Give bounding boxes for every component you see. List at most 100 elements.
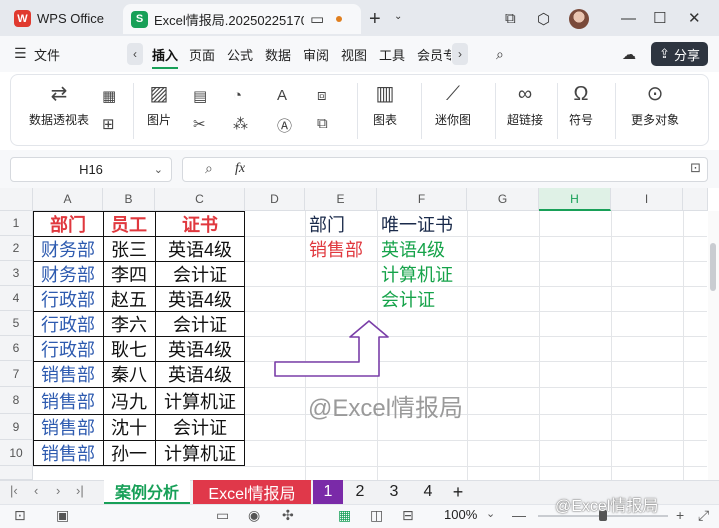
last-sheet-icon[interactable]: ›|: [76, 483, 84, 498]
zoom-chevron-icon[interactable]: ⌄: [486, 507, 495, 520]
cell-a6[interactable]: 行政部: [33, 336, 103, 361]
tab-review[interactable]: 审阅: [303, 45, 329, 64]
row-header-4[interactable]: 4: [0, 286, 33, 311]
sheet-tab-4[interactable]: 4: [413, 480, 443, 504]
cell-c1[interactable]: 证书: [155, 211, 245, 236]
cell-c2[interactable]: 英语4级: [155, 236, 245, 261]
more-objects-button[interactable]: ⊙ 更多对象: [631, 83, 679, 128]
cell-e1[interactable]: 部门: [305, 211, 377, 236]
tab-view[interactable]: 视图: [341, 45, 367, 64]
row-header-11[interactable]: [0, 466, 33, 480]
window-switch-icon[interactable]: ⧉: [505, 10, 516, 27]
flowchart-icon[interactable]: ⧉: [317, 115, 328, 132]
cell-c8[interactable]: 计算机证: [155, 387, 245, 414]
grid-icon[interactable]: ⊞: [102, 115, 115, 133]
cell-f3[interactable]: 计算机证: [377, 261, 467, 286]
tab-list-chevron-icon[interactable]: ⌄: [394, 11, 402, 22]
cloud-upload-icon[interactable]: ☁: [622, 46, 636, 63]
tab-formula[interactable]: 公式: [227, 45, 253, 64]
tab-data[interactable]: 数据: [265, 45, 291, 64]
eye-icon[interactable]: ◉: [248, 507, 260, 524]
cell-a10[interactable]: 销售部: [33, 440, 103, 466]
cell-c9[interactable]: 会计证: [155, 414, 245, 440]
shapes-icon[interactable]: ◔: [233, 87, 242, 104]
package-icon[interactable]: ⬡: [537, 10, 550, 28]
cell-b6[interactable]: 耿七: [103, 336, 155, 361]
symbol-button[interactable]: Ω 符号: [569, 83, 593, 128]
cell-a1[interactable]: 部门: [33, 211, 103, 236]
row-header-1[interactable]: 1: [0, 211, 33, 236]
cell-b4[interactable]: 赵五: [103, 286, 155, 311]
add-sheet-button[interactable]: +: [446, 480, 470, 504]
prev-sheet-icon[interactable]: ‹: [34, 483, 38, 498]
recalc-icon[interactable]: ▭: [216, 507, 229, 524]
column-header-j[interactable]: [683, 188, 708, 211]
cell-f2[interactable]: 英语4级: [377, 236, 467, 261]
pivot-table-button[interactable]: ⇄ 数据透视表: [29, 83, 89, 128]
wps-home-tab[interactable]: W WPS Office: [6, 5, 114, 32]
tab-member[interactable]: 会员专: [417, 45, 451, 64]
column-header-f[interactable]: F: [377, 188, 467, 211]
screenshot-icon[interactable]: ✂: [193, 115, 206, 133]
cell-c3[interactable]: 会计证: [155, 261, 245, 286]
sheet-tab-1[interactable]: 1: [313, 480, 343, 504]
formula-input[interactable]: ⌕ fx ⊡: [182, 157, 708, 182]
share-button[interactable]: ⇪ 分享: [651, 42, 708, 66]
cell-e2[interactable]: 销售部: [305, 236, 377, 261]
first-sheet-icon[interactable]: |‹: [10, 483, 18, 498]
column-header-c[interactable]: C: [155, 188, 245, 211]
cell-a9[interactable]: 销售部: [33, 414, 103, 440]
new-tab-button[interactable]: +: [369, 8, 381, 31]
column-header-b[interactable]: B: [103, 188, 155, 211]
column-header-d[interactable]: D: [245, 188, 305, 211]
row-header-2[interactable]: 2: [0, 236, 33, 261]
next-sheet-icon[interactable]: ›: [56, 483, 60, 498]
up-arrow-shape[interactable]: [270, 315, 390, 380]
row-header-5[interactable]: 5: [0, 311, 33, 336]
cell-f1[interactable]: 唯一证书: [377, 211, 467, 236]
menu-scroll-left-icon[interactable]: ‹: [127, 43, 143, 65]
zoom-in-icon[interactable]: +: [676, 507, 684, 523]
cell-c5[interactable]: 会计证: [155, 311, 245, 336]
tab-tools[interactable]: 工具: [379, 45, 405, 64]
minimize-icon[interactable]: —: [621, 10, 636, 27]
cell-a3[interactable]: 财务部: [33, 261, 103, 286]
cell-c4[interactable]: 英语4级: [155, 286, 245, 311]
close-icon[interactable]: ✕: [688, 9, 701, 27]
cell-b8[interactable]: 冯九: [103, 387, 155, 414]
cell-b10[interactable]: 孙一: [103, 440, 155, 466]
row-header-8[interactable]: 8: [0, 387, 33, 414]
fx-icon[interactable]: fx: [235, 161, 245, 177]
sheet-tab-2[interactable]: 2: [345, 480, 375, 504]
page-break-view-icon[interactable]: ⊟: [402, 507, 414, 524]
zoom-search-icon[interactable]: ⌕: [205, 160, 213, 177]
cell-c6[interactable]: 英语4级: [155, 336, 245, 361]
column-header-a[interactable]: A: [33, 188, 103, 211]
page-layout-icon[interactable]: ⊡: [14, 507, 26, 524]
chevron-down-icon[interactable]: ⌄: [154, 163, 163, 176]
hamburger-menu-icon[interactable]: ☰: [14, 45, 27, 62]
cell-c7[interactable]: 英语4级: [155, 361, 245, 387]
picture-button[interactable]: ▨ 图片: [147, 83, 171, 128]
zoom-out-icon[interactable]: —: [512, 507, 526, 523]
monitor-icon[interactable]: ▭: [310, 10, 324, 28]
column-header-g[interactable]: G: [467, 188, 539, 211]
row-header-7[interactable]: 7: [0, 361, 33, 387]
page-view-icon[interactable]: ◫: [370, 507, 383, 524]
cell-a8[interactable]: 销售部: [33, 387, 103, 414]
row-header-10[interactable]: 10: [0, 440, 33, 466]
select-all-corner[interactable]: [0, 188, 33, 211]
column-header-h[interactable]: H: [539, 188, 611, 211]
macro-icon[interactable]: ▣: [56, 507, 69, 524]
chart-button[interactable]: ▥ 图表: [373, 83, 397, 128]
document-tab[interactable]: S Excel情报局.20250225170809 ▭: [123, 4, 361, 34]
row-header-9[interactable]: 9: [0, 414, 33, 440]
column-header-e[interactable]: E: [305, 188, 377, 211]
cell-a2[interactable]: 财务部: [33, 236, 103, 261]
tab-insert[interactable]: 插入: [152, 45, 178, 64]
document-icon[interactable]: ▤: [193, 87, 207, 105]
vertical-scrollbar-thumb[interactable]: [710, 243, 716, 291]
cell-b9[interactable]: 沈十: [103, 414, 155, 440]
user-avatar[interactable]: [569, 9, 589, 29]
cell-c10[interactable]: 计算机证: [155, 440, 245, 466]
